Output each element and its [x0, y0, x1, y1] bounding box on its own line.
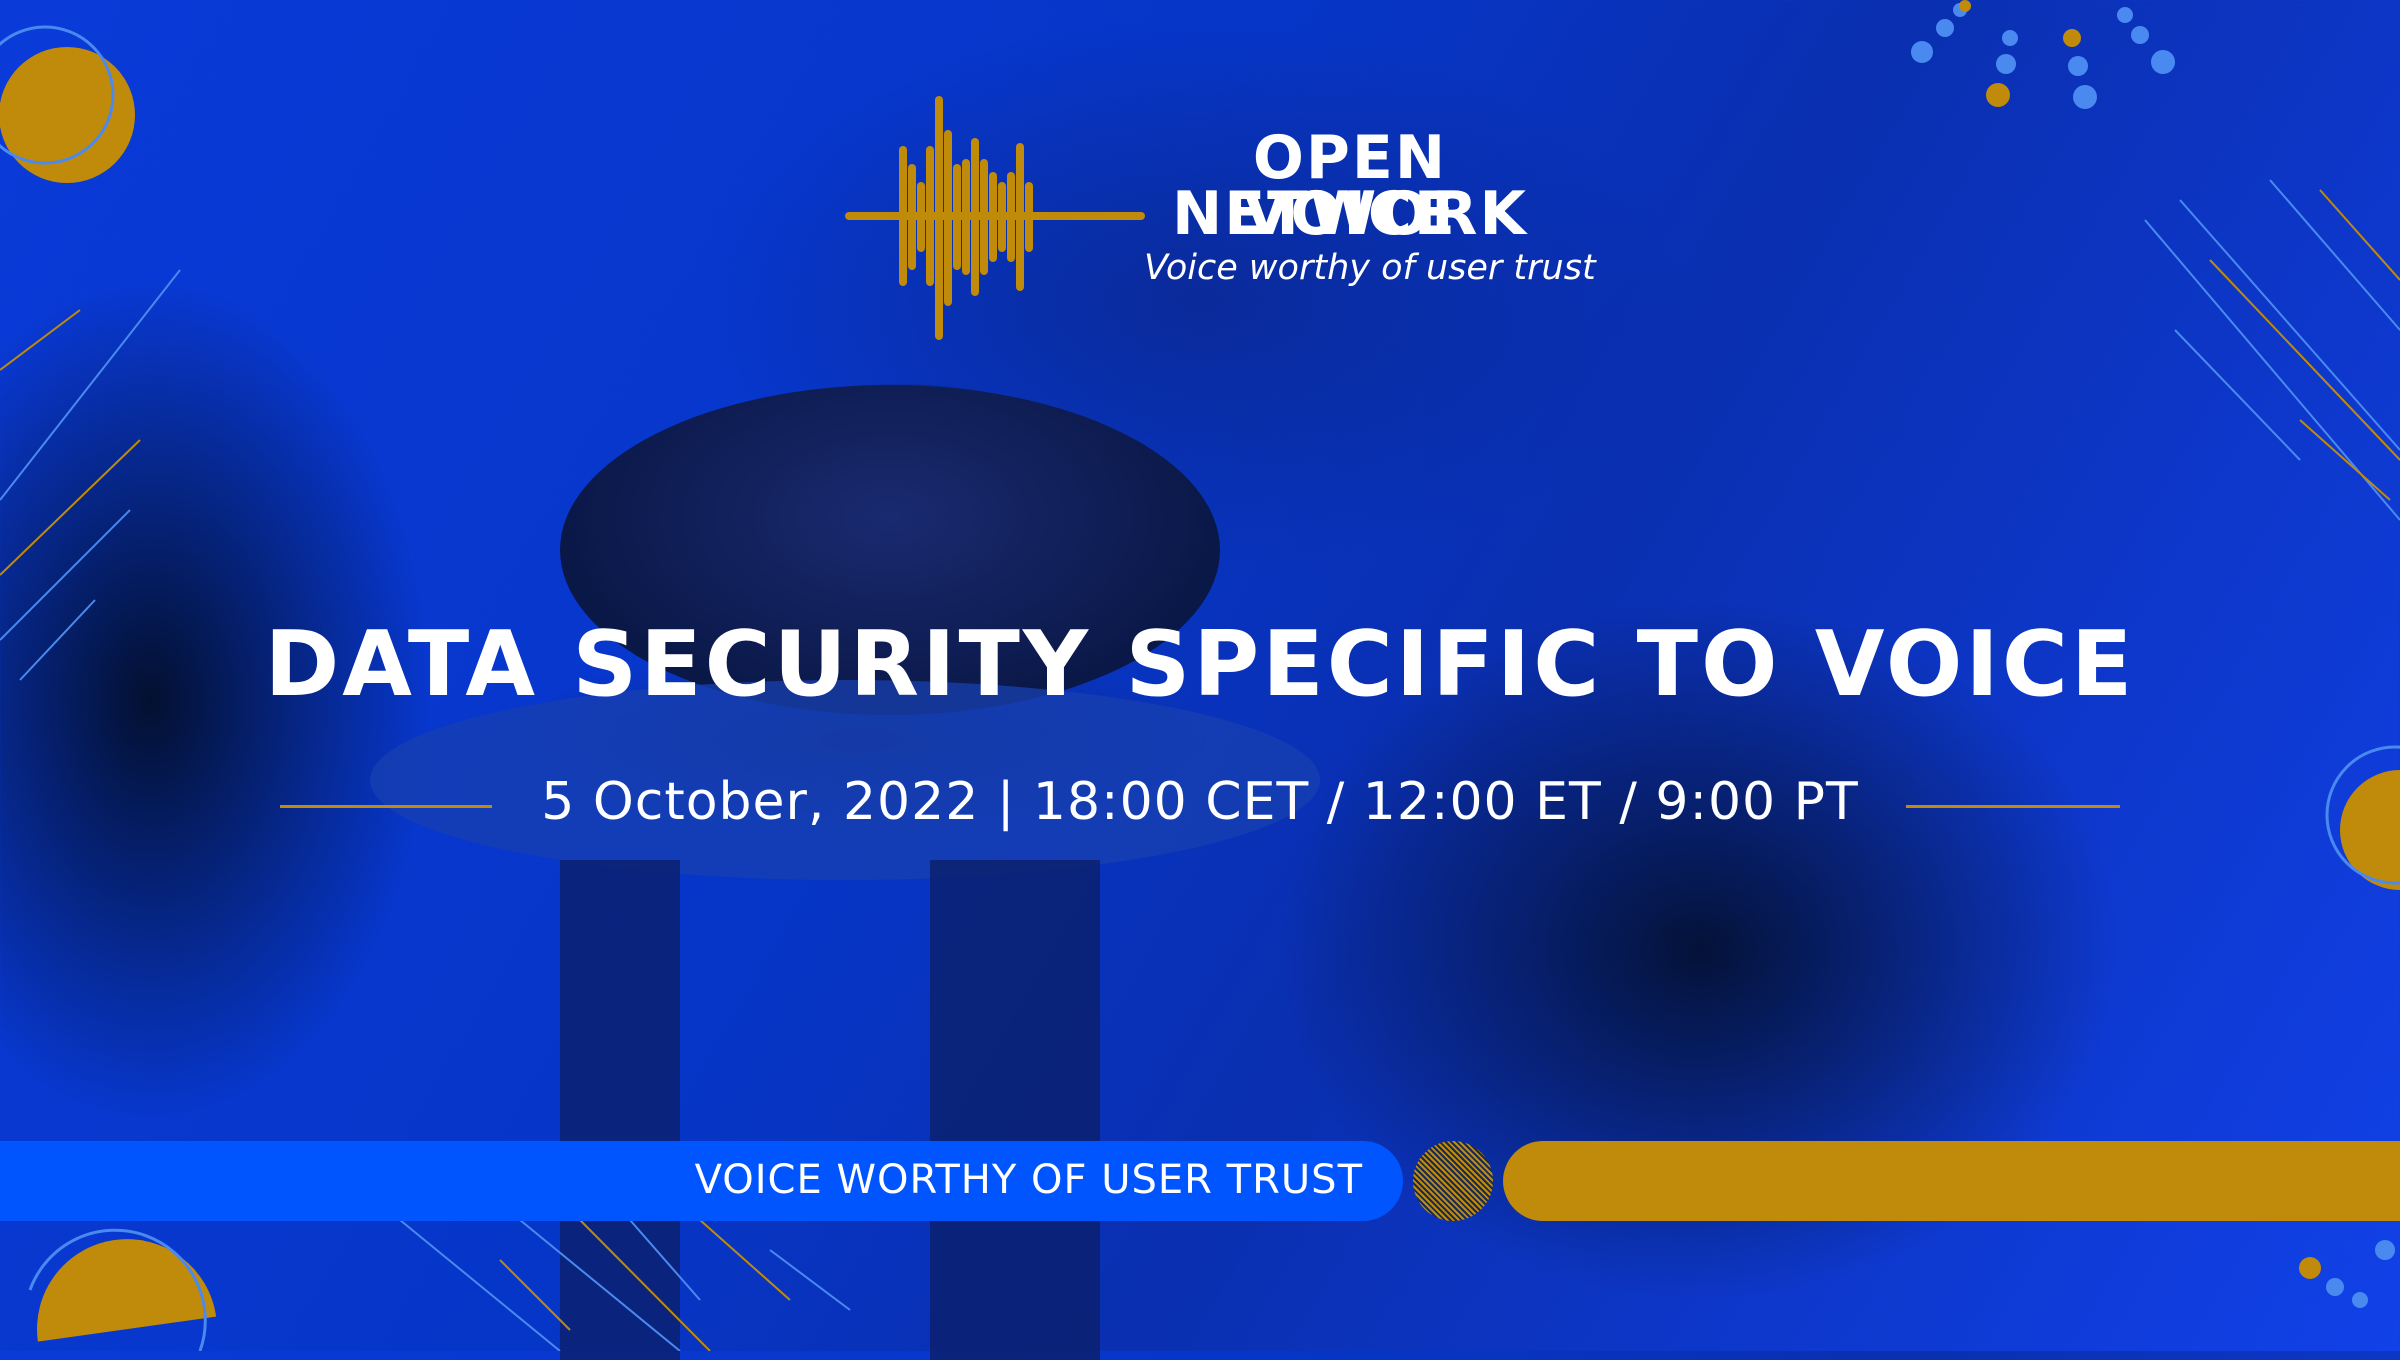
- logo-tagline: Voice worthy of user trust: [1144, 248, 1596, 288]
- event-title: DATA SECURITY SPECIFIC TO VOICE: [264, 612, 2136, 717]
- hatched-circle: [1413, 1141, 1493, 1221]
- banner-bar: VOICE WORTHY OF USER TRUST: [0, 1141, 1403, 1221]
- sound-waveform-icon: [845, 96, 1145, 340]
- divider-right: [1906, 805, 2120, 808]
- gold-bar: [1503, 1141, 2400, 1221]
- logo-line2: NETWORK: [1171, 179, 1528, 249]
- event-datetime: 5 October, 2022 | 18:00 CET / 12:00 ET /…: [541, 772, 1859, 832]
- banner-text: VOICE WORTHY OF USER TRUST: [694, 1157, 1363, 1203]
